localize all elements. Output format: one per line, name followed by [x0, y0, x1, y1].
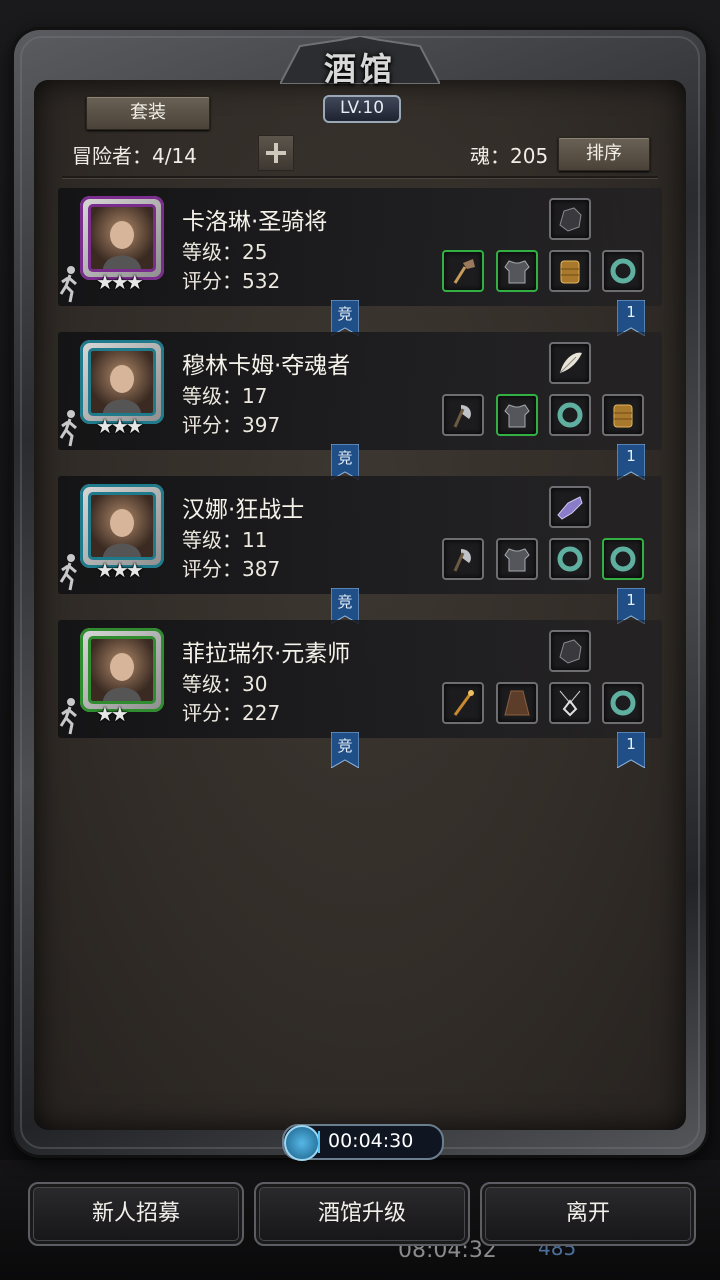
hero-name: 穆林卡姆·夺魂者 — [182, 353, 351, 379]
page-title: 酒馆 — [323, 50, 396, 88]
leave-button[interactable]: 离开 — [480, 1182, 696, 1246]
equipment-slot[interactable] — [496, 682, 538, 724]
hero-level: 等级：17 — [182, 384, 268, 408]
equipment-slot[interactable] — [549, 682, 591, 724]
hero-level: 等级：30 — [182, 672, 268, 696]
add-adventurer-button[interactable] — [258, 135, 294, 171]
timer-value: 00:04:30 — [328, 1130, 414, 1152]
equipment-slot[interactable] — [496, 394, 538, 436]
hero-level: 等级：11 — [182, 528, 268, 552]
crystal-icon — [557, 496, 583, 520]
gauntlet-slot[interactable] — [549, 198, 591, 240]
hero-score: 评分：532 — [182, 269, 281, 293]
arena-tag[interactable]: 竞 — [330, 587, 360, 625]
hero-face-icon — [103, 221, 141, 269]
equipment-slot[interactable] — [602, 394, 644, 436]
hero-portrait[interactable] — [80, 196, 164, 280]
tavern-level-badge: LV.10 — [323, 95, 401, 123]
hero-face-icon — [103, 509, 141, 557]
hero-portrait[interactable] — [80, 340, 164, 424]
hero-score: 评分：387 — [182, 557, 281, 581]
hero-face-icon — [103, 653, 141, 701]
soul-count: 魂：205 — [470, 144, 549, 168]
arena-tag[interactable]: 竞 — [330, 731, 360, 769]
axe-icon — [453, 405, 471, 428]
hero-score: 评分：227 — [182, 701, 281, 725]
recruit-button[interactable]: 新人招募 — [28, 1182, 244, 1246]
header-divider — [62, 176, 658, 178]
rank-tag[interactable]: 1 — [616, 587, 646, 625]
arena-tag[interactable]: 竞 — [330, 299, 360, 337]
ring-icon — [610, 258, 636, 284]
hero-portrait[interactable] — [80, 484, 164, 568]
clock-icon — [284, 1125, 320, 1161]
equipment-slot[interactable] — [496, 250, 538, 292]
star-rating: ★★★ — [96, 414, 144, 438]
ring-icon — [610, 690, 636, 716]
runner-icon[interactable] — [58, 552, 80, 592]
runner-icon[interactable] — [58, 264, 80, 304]
equipment-slot[interactable] — [496, 538, 538, 580]
hero-portrait[interactable] — [80, 628, 164, 712]
hero-name: 汉娜·狂战士 — [182, 497, 305, 523]
gauntlet-slot[interactable] — [549, 630, 591, 672]
timer: 00:04:30 — [282, 1124, 444, 1161]
equipment-slot[interactable] — [442, 394, 484, 436]
ring-icon — [557, 402, 583, 428]
equipment-slot[interactable] — [442, 682, 484, 724]
equipment-slot[interactable] — [602, 538, 644, 580]
hero-name: 菲拉瑞尔·元素师 — [182, 641, 351, 667]
upgrade-tavern-button[interactable]: 酒馆升级 — [254, 1182, 470, 1246]
ring-icon — [557, 546, 583, 572]
crystal-slot[interactable] — [549, 486, 591, 528]
adventurer-count: 冒险者：4/14 — [72, 144, 197, 168]
hero-card[interactable]: ★★ 菲拉瑞尔·元素师 等级：30 评分：227 竞 1 — [58, 620, 662, 769]
equipment-slot[interactable] — [442, 250, 484, 292]
rank-tag[interactable]: 1 — [616, 299, 646, 337]
feather-icon — [559, 352, 582, 374]
hero-card[interactable]: ★★★ 穆林卡姆·夺魂者 等级：17 评分：397 竞 1 — [58, 332, 662, 481]
hero-card[interactable]: ★★★ 卡洛琳·圣骑将 等级：25 评分：532 竞 1 — [58, 188, 662, 337]
boots-icon — [613, 404, 633, 428]
robe-icon — [504, 690, 530, 716]
hero-score: 评分：397 — [182, 413, 281, 437]
runner-icon[interactable] — [58, 696, 80, 736]
rank-tag[interactable]: 1 — [616, 731, 646, 769]
sort-button[interactable]: 排序 — [558, 137, 650, 171]
set-button[interactable]: 套装 — [86, 96, 210, 130]
equipment-slot[interactable] — [442, 538, 484, 580]
equipment-slot[interactable] — [549, 394, 591, 436]
equipment-slot[interactable] — [602, 682, 644, 724]
equipment-slot[interactable] — [602, 250, 644, 292]
gauntlet-icon — [559, 207, 582, 232]
feather-slot[interactable] — [549, 342, 591, 384]
axe-icon — [453, 549, 471, 572]
hero-card[interactable]: ★★★ 汉娜·狂战士 等级：11 评分：387 竞 1 — [58, 476, 662, 625]
star-rating: ★★ — [96, 702, 129, 726]
star-rating: ★★★ — [96, 270, 144, 294]
star-rating: ★★★ — [96, 558, 144, 582]
rank-tag[interactable]: 1 — [616, 443, 646, 481]
staff-icon — [453, 690, 474, 716]
boots-icon — [560, 260, 580, 284]
amulet-icon — [559, 690, 581, 717]
gauntlet-icon — [559, 639, 582, 664]
runner-icon[interactable] — [58, 408, 80, 448]
armor-icon — [504, 404, 530, 428]
hero-name: 卡洛琳·圣骑将 — [182, 209, 328, 235]
hero-level: 等级：25 — [182, 240, 268, 264]
equipment-slot[interactable] — [549, 250, 591, 292]
arena-tag[interactable]: 竞 — [330, 443, 360, 481]
hammer-icon — [453, 259, 475, 284]
equipment-slot[interactable] — [549, 538, 591, 580]
armor-icon — [504, 548, 530, 572]
ring-icon — [610, 546, 636, 572]
armor-icon — [504, 260, 530, 284]
hero-face-icon — [103, 365, 141, 413]
